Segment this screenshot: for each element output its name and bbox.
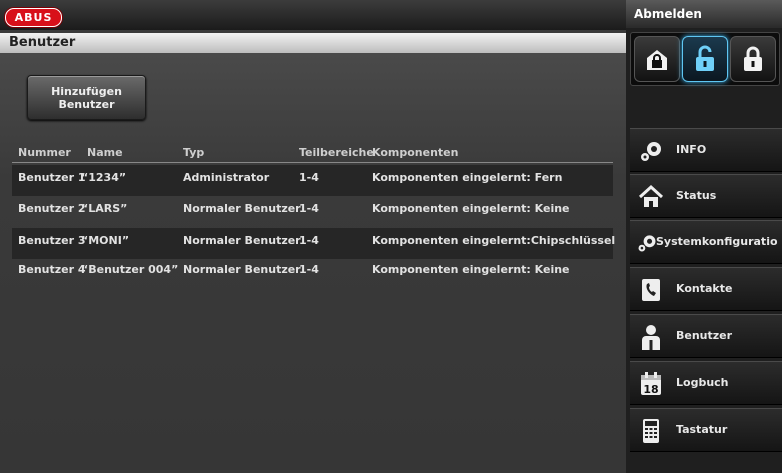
phone-book-icon: [638, 277, 664, 303]
menu-label: Tastatur: [676, 423, 728, 436]
cell-teilbereiche: 1-4: [299, 171, 319, 184]
gears-icon: [638, 138, 664, 164]
cell-nummer: Benutzer 2: [18, 202, 86, 215]
menu-item-info[interactable]: INFO: [630, 128, 782, 172]
table-row[interactable]: Benutzer 2 “LARS” Normaler Benutzer 1-4 …: [12, 196, 613, 227]
menu-item-status[interactable]: Status: [630, 174, 782, 218]
cell-typ: Administrator: [183, 171, 270, 184]
menu-label: Status: [676, 189, 717, 202]
cell-nummer: Benutzer 3: [18, 234, 86, 247]
cell-komponenten: Komponenten eingelernt: Fern: [372, 171, 563, 184]
column-header-komponenten: Komponenten: [372, 146, 459, 159]
cell-nummer: Benutzer 1: [18, 171, 86, 184]
user-icon: [638, 324, 664, 350]
calendar-day: 18: [643, 383, 658, 396]
cell-typ: Normaler Benutzer: [183, 263, 301, 276]
cell-komponenten: Komponenten eingelernt:Chipschlüssel: [372, 234, 616, 247]
cell-name: “LARS”: [81, 202, 128, 215]
abus-logo: ABUS: [5, 8, 62, 27]
column-header-typ: Typ: [183, 146, 205, 159]
lock-closed-icon[interactable]: [730, 36, 776, 82]
column-header-nummer: Nummer: [18, 146, 71, 159]
menu-label: Logbuch: [676, 376, 729, 389]
cell-komponenten: Komponenten eingelernt: Keine: [372, 263, 570, 276]
menu-item-tastatur[interactable]: Tastatur: [630, 408, 782, 452]
arm-mode-selector: [630, 32, 780, 86]
table-row[interactable]: Benutzer 1 “1234” Administrator 1-4 Komp…: [12, 165, 613, 196]
cell-teilbereiche: 1-4: [299, 234, 319, 247]
cell-name: “1234”: [81, 171, 127, 184]
cell-name: “MONI”: [81, 234, 130, 247]
menu-item-logbuch[interactable]: 18 Logbuch: [630, 361, 782, 405]
calendar-icon: 18: [638, 371, 664, 397]
lock-open-icon[interactable]: [682, 36, 728, 82]
menu-label: Kontakte: [676, 282, 733, 295]
cell-teilbereiche: 1-4: [299, 263, 319, 276]
header-divider: [12, 162, 613, 163]
menu-label: Systemkonfiguratio: [656, 235, 778, 248]
menu-item-kontakte[interactable]: Kontakte: [630, 267, 782, 311]
cell-teilbereiche: 1-4: [299, 202, 319, 215]
logout-button[interactable]: Abmelden: [626, 0, 782, 28]
column-header-teilbereiche: Teilbereiche: [299, 146, 374, 159]
cell-nummer: Benutzer 4: [18, 263, 86, 276]
cell-name: “Benutzer 004”: [81, 263, 179, 276]
lock-closed-icon[interactable]: [634, 36, 680, 82]
page-title: Benutzer: [0, 33, 626, 53]
table-row[interactable]: Benutzer 4 “Benutzer 004” Normaler Benut…: [12, 257, 613, 288]
cell-typ: Normaler Benutzer: [183, 202, 301, 215]
add-user-button[interactable]: Hinzufügen Benutzer: [27, 75, 146, 120]
cell-typ: Normaler Benutzer: [183, 234, 301, 247]
column-header-name: Name: [87, 146, 123, 159]
keypad-icon: [638, 418, 664, 444]
top-bar: ABUS: [0, 0, 626, 30]
table-row[interactable]: Benutzer 3 “MONI” Normaler Benutzer 1-4 …: [12, 228, 616, 259]
menu-label: INFO: [676, 143, 707, 156]
sidebar: Abmelden INFO Status Systemkonfiguratio …: [626, 0, 782, 473]
house-icon: [638, 184, 664, 210]
menu-item-benutzer[interactable]: Benutzer: [630, 314, 782, 358]
menu-label: Benutzer: [676, 329, 733, 342]
cell-komponenten: Komponenten eingelernt: Keine: [372, 202, 570, 215]
menu-item-systemkonfiguration[interactable]: Systemkonfiguratio: [630, 220, 782, 264]
